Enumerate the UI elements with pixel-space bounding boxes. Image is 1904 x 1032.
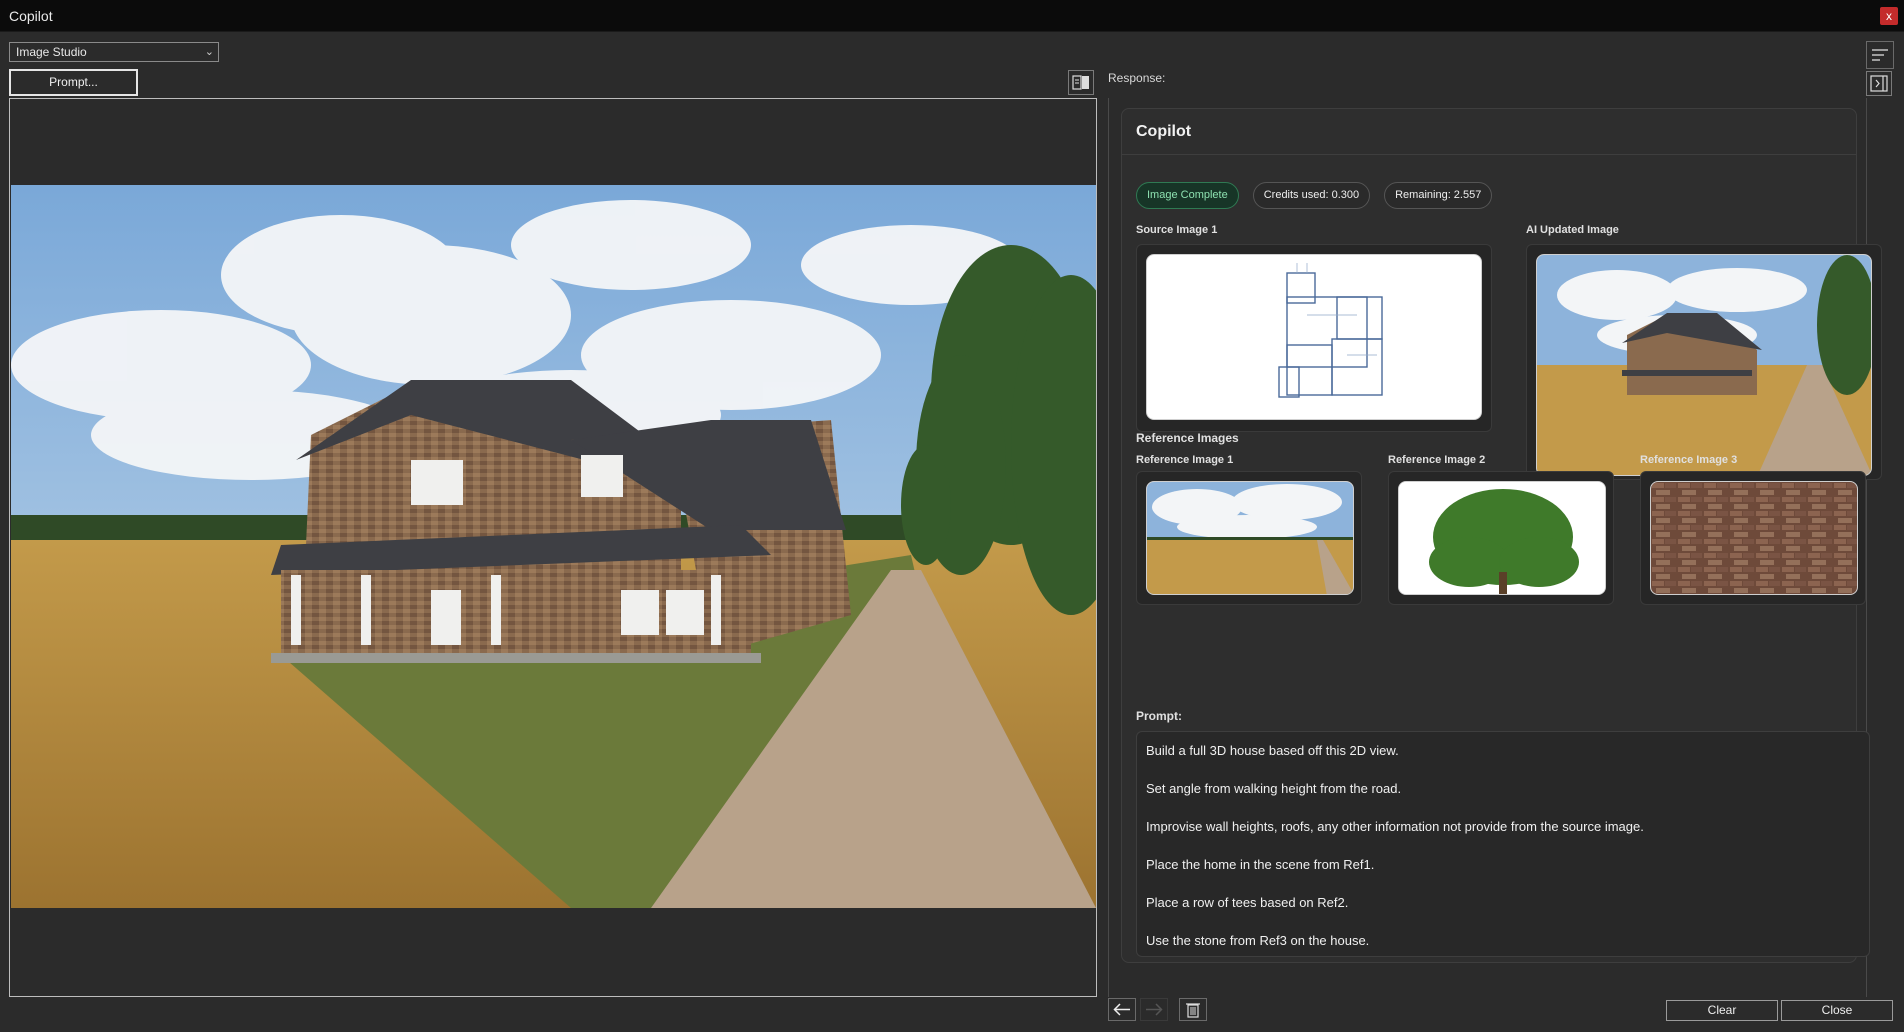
clear-button[interactable]: Clear	[1666, 1000, 1778, 1021]
prompt-line: Set angle from walking height from the r…	[1146, 781, 1402, 796]
reference-image-3-frame	[1640, 471, 1866, 605]
updated-image-frame	[1526, 244, 1882, 480]
source-floor-plan-image[interactable]	[1146, 254, 1482, 420]
response-label: Response:	[1108, 71, 1166, 85]
updated-image-label: AI Updated Image	[1526, 224, 1619, 236]
forward-button[interactable]	[1140, 998, 1168, 1021]
close-button[interactable]: Close	[1781, 1000, 1893, 1021]
reference-image-1-frame	[1136, 471, 1362, 605]
layout-toggle-button[interactable]	[1068, 70, 1094, 95]
prompt-line: Build a full 3D house based off this 2D …	[1146, 743, 1399, 758]
response-panel: Copilot Image Complete Credits used: 0.3…	[1108, 98, 1882, 997]
stone-wall-thumbnail	[1651, 482, 1857, 594]
status-badge: Image Complete	[1136, 182, 1239, 209]
prompt-button[interactable]: Prompt...	[9, 69, 138, 96]
prompt-line: Improvise wall heights, roofs, any other…	[1146, 819, 1644, 834]
reference-image-2-label: Reference Image 2	[1388, 454, 1486, 466]
delete-button[interactable]	[1179, 998, 1207, 1021]
status-badges: Image Complete Credits used: 0.300 Remai…	[1136, 182, 1493, 209]
collapse-panel-button[interactable]	[1866, 71, 1892, 96]
arrow-left-icon	[1113, 1003, 1130, 1016]
close-window-button[interactable]: x	[1880, 7, 1898, 25]
reference-images-heading: Reference Images	[1136, 431, 1239, 445]
source-image-frame	[1136, 244, 1492, 432]
floor-plan-graphic	[1278, 263, 1383, 398]
updated-house-thumbnail	[1537, 255, 1871, 475]
back-button[interactable]	[1108, 998, 1136, 1021]
card-title: Copilot	[1122, 109, 1856, 155]
field-scene-thumbnail	[1147, 482, 1353, 594]
window-title: Copilot	[9, 8, 53, 24]
prompt-line: Place the home in the scene from Ref1.	[1146, 857, 1375, 872]
title-bar: Copilot x	[0, 0, 1904, 32]
chevron-down-icon: ⌄	[204, 46, 214, 58]
prompt-line: Use the stone from Ref3 on the house.	[1146, 933, 1370, 948]
remaining-badge: Remaining: 2.557	[1384, 182, 1493, 209]
tree-thumbnail	[1399, 482, 1605, 594]
reference-image-2[interactable]	[1398, 481, 1606, 595]
reference-image-1-label: Reference Image 1	[1136, 454, 1234, 466]
split-view-icon	[1072, 75, 1089, 90]
menu-button[interactable]	[1866, 41, 1894, 69]
copilot-card: Copilot Image Complete Credits used: 0.3…	[1121, 108, 1882, 963]
image-viewer[interactable]	[9, 98, 1097, 997]
reference-image-2-frame	[1388, 471, 1614, 605]
rendered-house-image	[11, 185, 1096, 908]
ai-updated-image[interactable]	[1536, 254, 1872, 476]
reference-image-3-label: Reference Image 3	[1640, 454, 1738, 466]
arrow-right-icon	[1146, 1003, 1163, 1016]
source-image-label: Source Image 1	[1136, 224, 1218, 236]
mode-dropdown[interactable]: Image Studio ⌄	[9, 42, 219, 62]
reference-image-3[interactable]	[1650, 481, 1858, 595]
trash-icon	[1186, 1003, 1200, 1018]
reference-image-1[interactable]	[1146, 481, 1354, 595]
prompt-label: Prompt:	[1136, 709, 1182, 723]
hamburger-icon	[1872, 49, 1888, 61]
mode-dropdown-value: Image Studio	[16, 45, 87, 59]
collapse-right-icon	[1870, 75, 1888, 92]
credits-used-badge: Credits used: 0.300	[1252, 182, 1371, 209]
prompt-text-box[interactable]: Build a full 3D house based off this 2D …	[1136, 731, 1870, 957]
prompt-line: Place a row of tees based on Ref2.	[1146, 895, 1349, 910]
